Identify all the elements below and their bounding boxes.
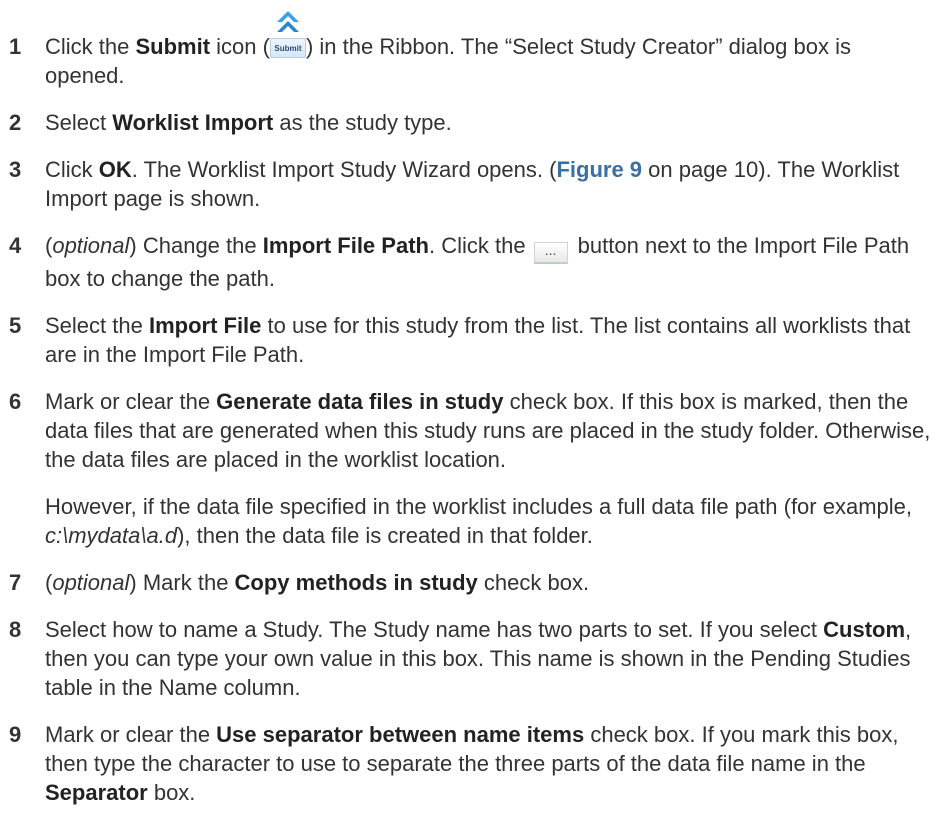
submit-icon-label: Submit	[269, 38, 306, 58]
double-chevron-up-icon	[276, 11, 299, 32]
ui-term: Separator	[45, 780, 148, 805]
step-number: 4	[9, 233, 22, 258]
step-text: Click the Submit icon (Submit) in the Ri…	[45, 11, 934, 90]
step-1: 1 Click the Submit icon (Submit) in the …	[9, 11, 934, 90]
step-number: 6	[9, 389, 22, 414]
step-text: Select Worklist Import as the study type…	[45, 110, 452, 135]
step-2: 2 Select Worklist Import as the study ty…	[9, 108, 934, 137]
step-text: Mark or clear the Generate data files in…	[45, 389, 931, 472]
step-text: (optional) Mark the Copy methods in stud…	[45, 570, 590, 595]
step-text: Mark or clear the Use separator between …	[45, 722, 899, 805]
ui-term: Submit	[135, 34, 211, 59]
optional-tag: optional	[52, 233, 130, 258]
ui-term: Copy methods in study	[234, 570, 478, 595]
browse-button: ...	[533, 242, 568, 264]
step-number: 8	[9, 617, 22, 642]
step-3: 3 Click OK. The Worklist Import Study Wi…	[9, 155, 934, 213]
procedure-steps: 1 Click the Submit icon (Submit) in the …	[9, 11, 934, 825]
step-6: 6 Mark or clear the Generate data files …	[9, 387, 934, 550]
ui-term: OK	[98, 157, 132, 182]
step-7: 7 (optional) Mark the Copy methods in st…	[9, 568, 934, 597]
step-number: 3	[9, 157, 22, 182]
ui-term: Worklist Import	[112, 110, 274, 135]
step-number: 9	[9, 722, 22, 747]
step-number: 1	[9, 34, 22, 59]
step-text: Select the Import File to use for this s…	[45, 313, 911, 367]
step-number: 7	[9, 570, 22, 595]
step-number: 5	[9, 313, 22, 338]
ui-term: Import File Path	[262, 233, 429, 258]
step-text: Click OK. The Worklist Import Study Wiza…	[45, 157, 900, 211]
step-5: 5 Select the Import File to use for this…	[9, 311, 934, 369]
submit-icon: Submit	[269, 11, 306, 61]
step-note: However, if the data file specified in t…	[45, 494, 913, 548]
optional-tag: optional	[52, 570, 130, 595]
step-9: 9 Mark or clear the Use separator betwee…	[9, 720, 934, 807]
step-number: 2	[9, 110, 22, 135]
ui-term: Import File	[148, 313, 262, 338]
step-4: 4 (optional) Change the Import File Path…	[9, 231, 934, 293]
figure-link[interactable]: Figure 9	[556, 157, 642, 182]
ui-term: Custom	[823, 617, 906, 642]
step-8: 8 Select how to name a Study. The Study …	[9, 615, 934, 702]
step-text: (optional) Change the Import File Path. …	[45, 233, 910, 291]
step-text: Select how to name a Study. The Study na…	[45, 617, 912, 700]
ui-term: Generate data files in study	[216, 389, 504, 414]
example-path: c:\mydata\a.d	[45, 523, 178, 548]
ui-term: Use separator between name items	[216, 722, 585, 747]
